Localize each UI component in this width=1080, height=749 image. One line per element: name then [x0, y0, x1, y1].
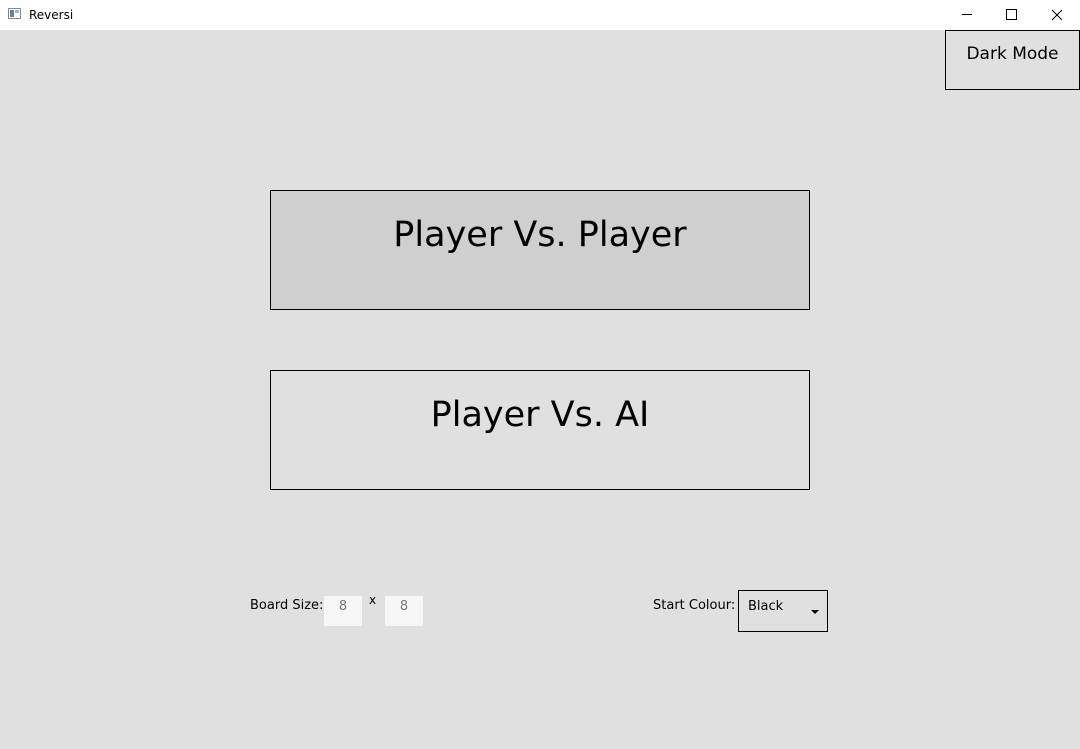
start-colour-select[interactable]: Black — [738, 590, 828, 632]
app-window-icon — [8, 8, 21, 19]
close-button[interactable] — [1034, 0, 1079, 29]
maximize-button[interactable] — [989, 0, 1034, 29]
player-vs-player-button[interactable]: Player Vs. Player — [270, 190, 810, 310]
player-vs-ai-button[interactable]: Player Vs. AI — [270, 370, 810, 490]
chevron-down-icon — [811, 610, 819, 614]
title-bar[interactable]: Reversi — [0, 0, 1080, 30]
reversi-window: Reversi Dark Mode Player Vs. Player Play… — [0, 0, 1080, 749]
start-colour-label: Start Colour: — [653, 598, 736, 613]
board-width-input[interactable]: 8 — [324, 596, 362, 626]
board-size-label: Board Size: — [250, 598, 324, 613]
times-symbol: x — [369, 593, 377, 607]
board-height-input[interactable]: 8 — [385, 596, 423, 626]
dark-mode-button[interactable]: Dark Mode — [945, 30, 1080, 90]
minimize-icon — [961, 14, 972, 15]
minimize-button[interactable] — [944, 0, 989, 29]
close-icon — [1051, 9, 1062, 20]
start-colour-value: Black — [748, 599, 784, 614]
window-title: Reversi — [29, 8, 74, 22]
maximize-icon — [1006, 9, 1017, 20]
